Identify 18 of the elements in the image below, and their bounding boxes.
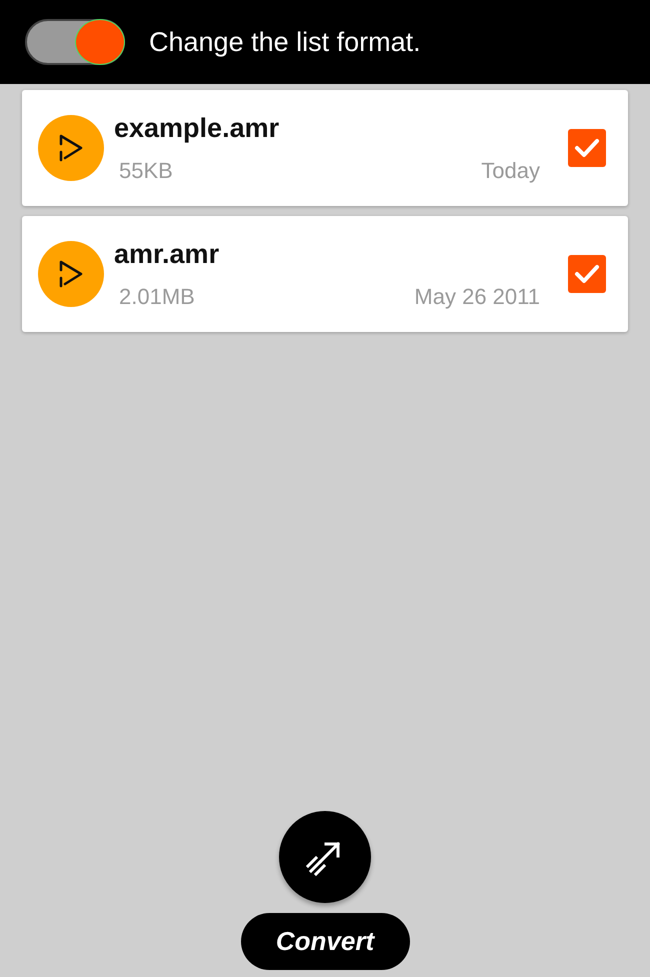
convert-button[interactable]: Convert <box>240 913 410 970</box>
check-icon <box>574 138 600 158</box>
file-date: Today <box>481 158 540 184</box>
checkbox[interactable] <box>568 255 606 293</box>
file-size: 2.01MB <box>119 284 195 310</box>
play-icon <box>57 132 85 164</box>
toggle-switch[interactable] <box>25 19 125 65</box>
check-icon <box>574 264 600 284</box>
file-card[interactable]: example.amr 55KB Today <box>22 90 628 206</box>
play-icon <box>57 258 85 290</box>
file-size: 55KB <box>119 158 173 184</box>
checkbox[interactable] <box>568 129 606 167</box>
header-title: Change the list format. <box>149 26 421 58</box>
file-date: May 26 2011 <box>414 284 540 310</box>
file-card[interactable]: amr.amr 2.01MB May 26 2011 <box>22 216 628 332</box>
convert-icon-button[interactable] <box>279 811 371 903</box>
file-name: amr.amr <box>114 238 220 270</box>
file-name: example.amr <box>114 112 280 144</box>
